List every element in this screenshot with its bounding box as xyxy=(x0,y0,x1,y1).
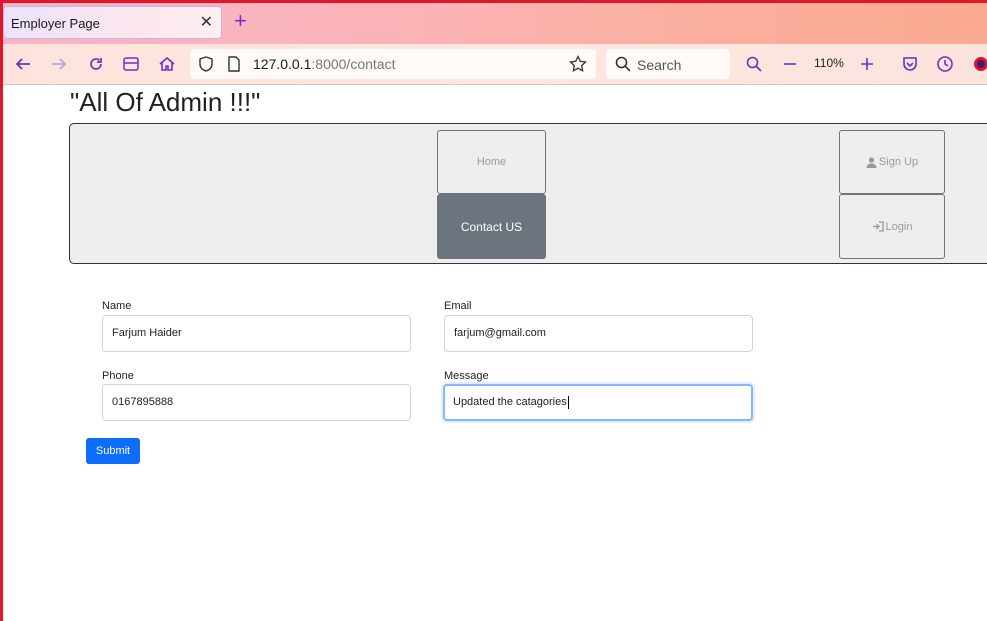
forward-icon[interactable] xyxy=(48,53,70,75)
email-value: farjum@gmail.com xyxy=(454,327,546,339)
login-icon xyxy=(872,221,884,232)
user-icon xyxy=(866,156,877,168)
name-label: Name xyxy=(102,300,132,312)
tab-title: Employer Page xyxy=(11,16,100,31)
url-bar[interactable]: 127.0.0.1:8000/contact xyxy=(190,49,596,79)
shield-icon[interactable] xyxy=(195,53,217,75)
zoom-search-icon[interactable] xyxy=(743,53,765,75)
bookmark-star-icon[interactable] xyxy=(567,53,589,75)
browser-tab[interactable]: Employer Page ✕ xyxy=(3,6,222,39)
email-field[interactable]: farjum@gmail.com xyxy=(444,315,753,352)
pocket-icon[interactable] xyxy=(899,53,921,75)
extension-icon[interactable] xyxy=(970,53,987,75)
message-field[interactable]: Updated the catagories xyxy=(443,384,753,421)
home-nav-button[interactable]: Home xyxy=(437,130,546,194)
contact-us-nav-label: Contact US xyxy=(460,219,523,234)
zoom-in-icon[interactable] xyxy=(856,53,878,75)
login-label: Login xyxy=(885,220,913,233)
history-icon[interactable] xyxy=(934,53,956,75)
phone-value: 0167895888 xyxy=(112,396,174,408)
tab-strip: Employer Page ✕ + xyxy=(0,3,987,44)
sign-up-button[interactable]: Sign Up xyxy=(839,130,945,194)
window-frame-left xyxy=(0,0,3,621)
search-placeholder: Search xyxy=(637,57,682,73)
submit-button[interactable]: Submit xyxy=(86,438,140,464)
zoom-out-icon[interactable] xyxy=(779,53,801,75)
page-icon xyxy=(223,53,245,75)
close-tab-icon[interactable]: ✕ xyxy=(200,12,213,32)
search-icon xyxy=(612,53,634,75)
name-field[interactable]: Farjum Haider xyxy=(102,315,411,352)
phone-field[interactable]: 0167895888 xyxy=(102,384,411,421)
text-cursor xyxy=(567,395,569,409)
message-label: Message xyxy=(444,370,489,382)
page-title: "All Of Admin !!!" xyxy=(70,87,261,117)
sidebar-icon[interactable] xyxy=(120,53,142,75)
reload-icon[interactable] xyxy=(85,53,107,75)
window-frame-top xyxy=(0,0,987,3)
message-value: Updated the catagories xyxy=(453,396,567,408)
name-value: Farjum Haider xyxy=(112,327,182,339)
nav-menu-panel: Home Contact US Sign Up Login xyxy=(69,123,987,264)
email-label: Email xyxy=(444,300,472,312)
new-tab-icon[interactable]: + xyxy=(234,10,247,32)
contact-us-nav-button[interactable]: Contact US xyxy=(437,194,546,259)
submit-label: Submit xyxy=(95,445,131,457)
search-box[interactable]: Search xyxy=(606,49,730,79)
zoom-level[interactable]: 110% xyxy=(814,56,844,70)
home-nav-label: Home xyxy=(476,156,507,168)
url-text[interactable]: 127.0.0.1:8000/contact xyxy=(253,56,395,72)
navigation-bar: 127.0.0.1:8000/contact Search 110% xyxy=(0,44,987,85)
login-button[interactable]: Login xyxy=(839,194,945,259)
back-icon[interactable] xyxy=(12,53,34,75)
home-icon[interactable] xyxy=(156,53,178,75)
sign-up-label: Sign Up xyxy=(878,156,919,168)
phone-label: Phone xyxy=(102,370,134,382)
